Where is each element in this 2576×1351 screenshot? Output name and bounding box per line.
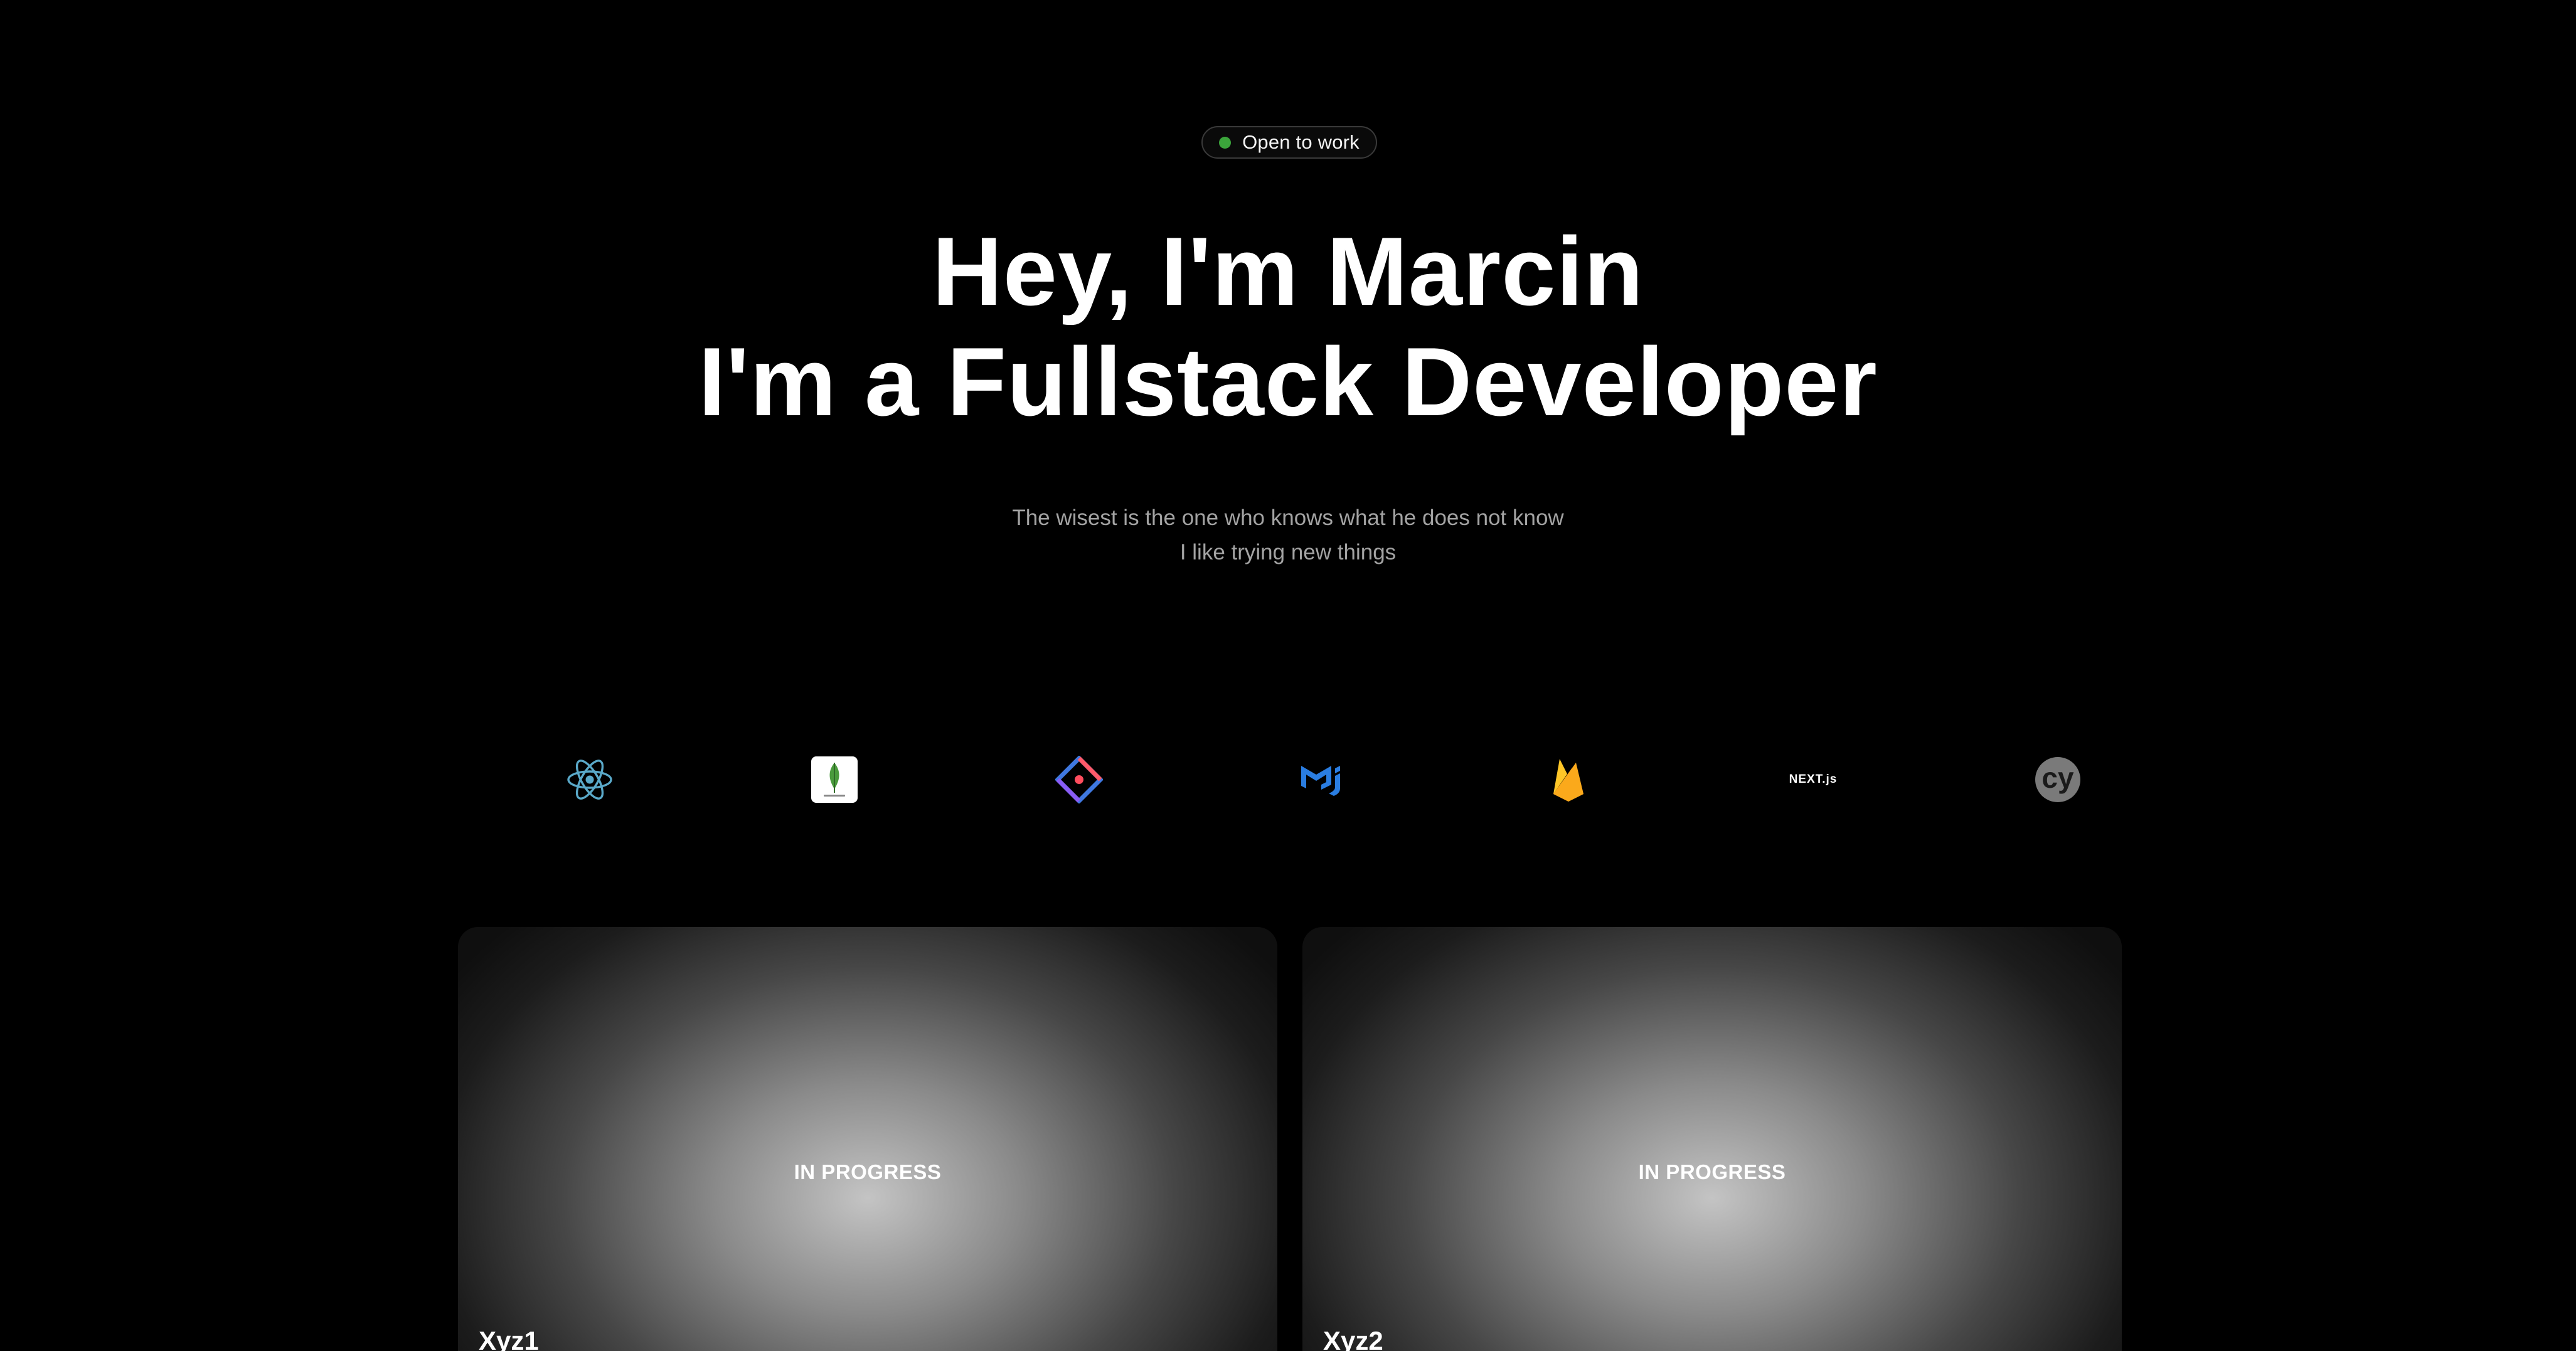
firebase-icon xyxy=(1543,755,1594,805)
cypress-logo-text: cy xyxy=(2041,761,2074,794)
project-title: Xyz2 xyxy=(1323,1326,1383,1351)
project-card[interactable]: IN PROGRESS Xyz1 xyxy=(458,927,1277,1351)
nextjs-icon: NEXT.js xyxy=(1788,755,1838,805)
portfolio-page: Open to work Hey, I'm Marcin I'm a Fulls… xyxy=(0,0,2576,1351)
cypress-icon: cy xyxy=(2033,755,2083,805)
open-to-work-badge: Open to work xyxy=(1201,126,1377,159)
jira-icon xyxy=(1054,755,1104,805)
project-status-label: IN PROGRESS xyxy=(1638,1160,1786,1184)
nextjs-logo-text: NEXT.js xyxy=(1789,773,1838,786)
status-dot-icon xyxy=(1219,136,1232,149)
hero-heading: Hey, I'm Marcin I'm a Fullstack Develope… xyxy=(0,216,2576,437)
project-card[interactable]: IN PROGRESS Xyz2 xyxy=(1302,927,2122,1351)
tagline-line-2: I like trying new things xyxy=(1179,540,1397,564)
material-ui-icon xyxy=(1299,755,1349,805)
react-icon xyxy=(565,755,615,805)
status-label: Open to work xyxy=(1242,131,1360,153)
tagline: The wisest is the one who knows what he … xyxy=(0,501,2576,570)
project-status-label: IN PROGRESS xyxy=(794,1160,942,1184)
mongodb-icon xyxy=(809,755,860,805)
project-title: Xyz1 xyxy=(479,1326,539,1351)
hero-heading-line-2: I'm a Fullstack Developer xyxy=(698,327,1878,436)
hero-heading-line-1: Hey, I'm Marcin xyxy=(932,217,1644,326)
tagline-line-1: The wisest is the one who knows what he … xyxy=(1012,506,1564,530)
